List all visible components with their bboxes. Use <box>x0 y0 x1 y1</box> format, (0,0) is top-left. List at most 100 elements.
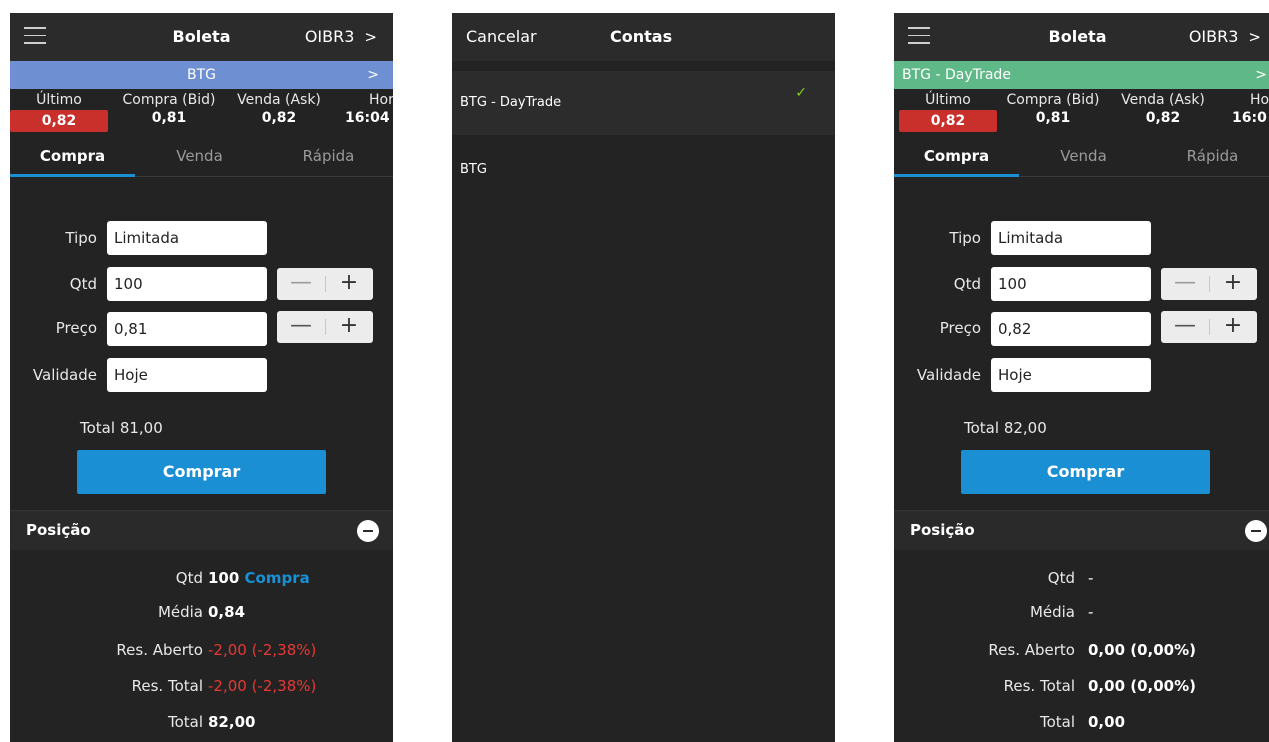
tipo-label: Tipo <box>65 229 97 247</box>
tipo-field[interactable]: Limitada <box>991 221 1151 255</box>
quote-ask-value: 0,82 <box>1145 110 1181 126</box>
contas-title: Contas <box>610 27 673 46</box>
qtd-increment-button[interactable]: + <box>1209 268 1257 300</box>
quote-last: Último 0,82 <box>10 92 108 132</box>
ticker-label: OIBR3 <box>1188 27 1239 46</box>
position-res-aberto-label: Res. Aberto <box>116 641 203 659</box>
quote-bid: Compra (Bid) 0,81 <box>120 92 218 126</box>
tab-compra[interactable]: Compra <box>894 139 1019 177</box>
position-qtd-label: Qtd <box>175 569 203 587</box>
position-qtd-row: Qtd 100 Compra <box>10 569 393 591</box>
qtd-field[interactable]: 100 <box>107 267 267 301</box>
tab-rapida[interactable]: Rápida <box>1150 139 1269 177</box>
position-res-total-row: Res. Total -2,00 (-2,38%) <box>10 677 393 699</box>
position-total-row: Total 82,00 <box>10 713 393 735</box>
qtd-label: Qtd <box>953 275 981 293</box>
account-option-label: BTG - DayTrade <box>460 95 562 110</box>
position-res-aberto-row: Res. Aberto 0,00 (0,00%) <box>894 641 1269 663</box>
quote-last-value: 0,82 <box>10 110 108 132</box>
preco-decrement-button[interactable]: — <box>1161 311 1209 343</box>
quote-last-label: Último <box>36 92 82 108</box>
quote-time: Ho 16:0 <box>1232 92 1269 126</box>
position-title: Posição <box>26 521 91 539</box>
position-side-label: Compra <box>244 569 310 587</box>
qtd-field[interactable]: 100 <box>991 267 1151 301</box>
preco-increment-button[interactable]: + <box>1209 311 1257 343</box>
preco-decrement-button[interactable]: — <box>277 311 325 343</box>
position-qtd-label: Qtd <box>1047 569 1075 587</box>
ticker-label: OIBR3 <box>304 27 355 46</box>
comprar-button[interactable]: Comprar <box>77 450 326 494</box>
validade-label: Validade <box>916 366 981 384</box>
quote-bid-label: Compra (Bid) <box>1006 92 1100 108</box>
tipo-field[interactable]: Limitada <box>107 221 267 255</box>
position-media-value: 0,84 <box>208 603 246 621</box>
comprar-button[interactable]: Comprar <box>961 450 1210 494</box>
qtd-stepper: — + <box>277 268 373 300</box>
preco-label: Preço <box>55 319 97 337</box>
quote-time-label: Ho <box>1250 92 1269 108</box>
validade-field[interactable]: Hoje <box>107 358 267 392</box>
quote-bid-value: 0,81 <box>1035 110 1071 126</box>
ticker-selector[interactable]: OIBR3 > <box>305 27 377 46</box>
qtd-decrement-button[interactable]: — <box>1161 268 1209 300</box>
position-qtd-row: Qtd - <box>894 569 1269 591</box>
collapse-icon[interactable] <box>357 520 379 542</box>
account-label: BTG <box>186 67 216 83</box>
position-media-row: Média 0,84 <box>10 603 393 625</box>
tipo-label: Tipo <box>949 229 981 247</box>
position-res-aberto-value: -2,00 (-2,38%) <box>208 641 317 659</box>
ticker-selector[interactable]: OIBR3 > <box>1189 27 1261 46</box>
total-value: 82,00 <box>1003 419 1047 437</box>
preco-field[interactable]: 0,82 <box>991 312 1151 346</box>
top-bar: Boleta OIBR3 > <box>10 13 393 61</box>
collapse-icon[interactable] <box>1245 520 1267 542</box>
position-qtd-value: 100 Compra <box>208 569 310 587</box>
validade-field[interactable]: Hoje <box>991 358 1151 392</box>
quote-bid: Compra (Bid) 0,81 <box>1004 92 1102 126</box>
position-media-label: Média <box>157 603 203 621</box>
position-media-row: Média - <box>894 603 1269 625</box>
position-total-label: Total <box>1039 713 1075 731</box>
qtd-stepper: — + <box>1161 268 1257 300</box>
order-tabs: Compra Venda Rápida <box>10 139 393 177</box>
quote-last-value: 0,82 <box>899 110 997 132</box>
qtd-decrement-button[interactable]: — <box>277 268 325 300</box>
position-total-label: Total <box>167 713 203 731</box>
position-res-aberto-value: 0,00 (0,00%) <box>1088 641 1196 659</box>
chevron-right-icon: > <box>1255 67 1267 83</box>
quote-time-label: Hor <box>369 92 393 108</box>
tab-venda[interactable]: Venda <box>1021 139 1146 177</box>
account-option-btg[interactable]: BTG <box>452 138 835 202</box>
tab-rapida[interactable]: Rápida <box>266 139 391 177</box>
tab-compra[interactable]: Compra <box>10 139 135 177</box>
tab-venda[interactable]: Venda <box>137 139 262 177</box>
account-option-label: BTG <box>460 162 487 177</box>
qtd-increment-button[interactable]: + <box>325 268 373 300</box>
position-res-total-value: 0,00 (0,00%) <box>1088 677 1196 695</box>
account-selector[interactable]: BTG - DayTrade > <box>894 61 1269 89</box>
chevron-right-icon: > <box>364 28 377 46</box>
position-media-value: - <box>1088 603 1094 621</box>
position-res-total-value: -2,00 (-2,38%) <box>208 677 317 695</box>
quote-ask: Venda (Ask) 0,82 <box>230 92 328 126</box>
quote-time-value: 16:04 <box>345 110 390 126</box>
total-value: 81,00 <box>119 419 163 437</box>
quote-last-label: Último <box>925 92 971 108</box>
position-res-total-row: Res. Total 0,00 (0,00%) <box>894 677 1269 699</box>
cancel-button[interactable]: Cancelar <box>466 27 537 46</box>
account-label: BTG - DayTrade <box>902 67 1011 83</box>
preco-increment-button[interactable]: + <box>325 311 373 343</box>
boleta-screen-btg: Boleta OIBR3 > BTG > Último 0,82 Compra (… <box>10 13 393 742</box>
preco-stepper: — + <box>1161 311 1257 343</box>
account-option-btg-daytrade[interactable]: BTG - DayTrade ✓ <box>452 71 835 135</box>
account-selector[interactable]: BTG > <box>10 61 393 89</box>
quote-ask-label: Venda (Ask) <box>1121 92 1205 108</box>
order-total: Total 81,00 <box>80 419 163 437</box>
position-header: Posição <box>894 510 1269 550</box>
preco-field[interactable]: 0,81 <box>107 312 267 346</box>
chevron-right-icon: > <box>1248 28 1261 46</box>
boleta-screen-daytrade: Boleta OIBR3 > BTG - DayTrade > Último 0,… <box>894 13 1269 742</box>
position-qtd-value: - <box>1088 569 1094 587</box>
order-total: Total 82,00 <box>964 419 1047 437</box>
